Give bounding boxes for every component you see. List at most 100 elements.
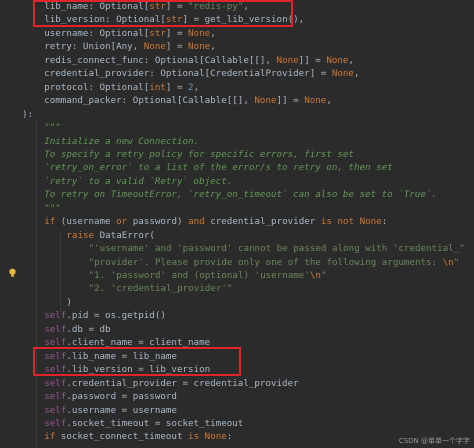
code-token: "provider'. Please provide only one of t… [88,256,443,268]
lightbulb-icon[interactable] [8,268,17,278]
code-token: int [149,81,166,93]
code-token: (username [55,216,117,228]
code-token: None [359,216,382,228]
code-token: None [188,41,211,53]
code-token: .pid = os.getpid() [66,310,166,322]
code-token: None [143,41,166,53]
code-line[interactable]: self.username = username [44,404,177,417]
code-token: "1. 'password' and (optional) 'username' [88,270,310,281]
code-token: ) [66,296,72,308]
code-line[interactable]: """ [44,121,61,134]
code-token: To retry on TimeoutError, `retry_on_time… [44,189,437,201]
code-token: self [44,323,67,335]
code-token: : [226,431,233,443]
code-line[interactable]: self.socket_timeout = socket_timeout [44,417,243,430]
code-token: redis_connect_func: Optional[Callable[[]… [44,54,277,66]
indent-guide [36,120,37,448]
code-line[interactable]: credential_provider: Optional[Credential… [44,67,359,80]
code-line[interactable]: Initialize a new Connection. [44,135,199,148]
highlight-box-signature [33,0,293,27]
code-token: , [353,68,360,80]
code-token: ] = [165,41,189,53]
code-token: or [116,216,128,228]
code-line[interactable]: if (username or password) and credential… [44,215,387,228]
code-line[interactable]: self.credential_provider = credential_pr… [44,377,298,390]
code-token: self [44,404,67,416]
code-token: command_packer: Optional[Callable[[], [44,95,255,107]
code-token: if [44,431,56,443]
code-token: ] = [165,27,189,39]
code-line[interactable]: retry: Union[Any, None] = None, [44,40,216,53]
code-line[interactable]: self.db = db [44,323,110,336]
code-line[interactable]: "provider'. Please provide only one of t… [89,256,460,269]
code-token: To specify a retry policy for specific e… [44,148,354,160]
code-editor[interactable]: lib_name: Optional[str] = "redis-py", lib… [0,0,474,448]
code-token: raise [66,229,95,241]
code-token: , [210,27,216,39]
code-token: None [188,27,211,39]
code-line[interactable]: ) [66,296,72,309]
code-token: .password = password [66,391,177,403]
code-token: password) [127,216,189,228]
code-line[interactable]: `retry_on_error` to a list of the error/… [44,161,392,174]
code-token: self [44,310,67,322]
code-token: socket_connect_timeout [55,431,189,443]
code-token: None [331,68,354,80]
code-token: and [188,216,205,228]
code-token: DataError( [94,229,155,241]
code-line[interactable]: if socket_connect_timeout is None: [44,430,232,443]
code-line[interactable]: "'username' and 'password' cannot be pas… [89,242,465,255]
code-line[interactable]: command_packer: Optional[Callable[[], No… [44,94,332,107]
code-line[interactable]: self.pid = os.getpid() [44,309,166,322]
code-token: self [44,391,67,403]
code-line[interactable]: """ [44,202,61,215]
code-token: """ [44,202,61,214]
code-token: ] = [165,81,189,93]
code-token: is not [320,216,355,228]
code-token: retry: Union[Any, [44,41,144,53]
code-token: credential_provider: Optional[Credential… [44,68,332,80]
code-token: "2. 'credential_provider'" [88,283,233,295]
editor-gutter [0,0,22,448]
code-token: .credential_provider = credential_provid… [66,377,299,389]
code-token: .db = db [66,323,111,335]
code-token: `retry` to a valid `Retry` object. [44,175,233,187]
code-line[interactable]: "2. 'credential_provider'" [89,282,233,295]
code-token: : [381,216,388,228]
code-line[interactable]: "1. 'password' and (optional) 'username'… [89,269,327,282]
indent-guide [60,232,61,312]
code-line[interactable]: self.password = password [44,390,177,403]
code-token: None [326,54,349,66]
code-line[interactable]: `retry` to a valid `Retry` object. [44,175,232,188]
code-line[interactable]: ): [22,108,33,121]
code-token: , [193,81,200,93]
code-token: username: Optional[ [44,27,150,39]
code-token: \n [442,256,454,268]
watermark: CSDN @单单一个字字 [398,437,470,445]
code-token: """ [44,122,61,134]
code-token: None [204,431,227,443]
code-token: \n [309,270,321,281]
code-token: `retry_on_error` to a list of the error/… [44,162,393,174]
code-token: None [254,95,277,107]
code-token: , [348,54,355,66]
code-token: , [210,41,216,53]
code-token: protocol: Optional[ [44,81,150,93]
code-line[interactable]: To retry on TimeoutError, `retry_on_time… [44,188,437,201]
code-line[interactable]: redis_connect_func: Optional[Callable[[]… [44,54,354,67]
code-token: is [188,431,200,443]
code-line[interactable]: To specify a retry policy for specific e… [44,148,354,161]
code-line[interactable]: protocol: Optional[int] = 2, [44,81,199,94]
code-token: .socket_timeout = socket_timeout [66,417,244,429]
code-token: Initialize a new Connection. [44,135,200,147]
code-token: None [304,95,327,107]
code-token: None [276,54,299,66]
code-token: self [44,377,67,389]
code-token: ]] = [276,95,305,107]
highlight-box-assignments [33,347,241,376]
code-token: if [44,216,56,228]
code-token: str [149,27,166,39]
code-token: .username = username [66,404,177,416]
code-line[interactable]: username: Optional[str] = None, [44,27,216,40]
code-line[interactable]: raise DataError( [66,229,155,242]
